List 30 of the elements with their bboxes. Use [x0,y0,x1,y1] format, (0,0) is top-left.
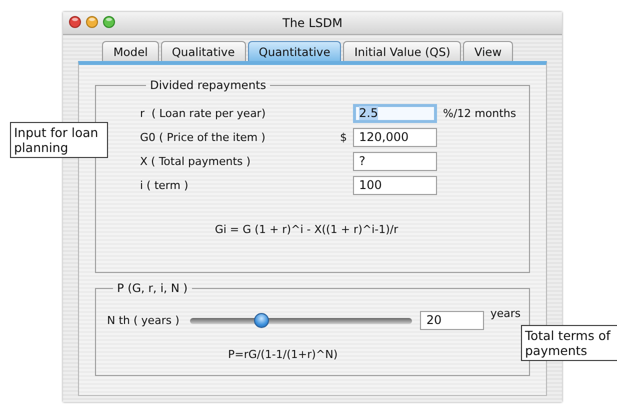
field-label: i ( term ) [140,179,190,192]
input-field[interactable]: 20 [420,311,484,330]
currency-label: $ [340,131,347,144]
tab[interactable]: Qualitative [160,41,246,61]
input-field[interactable]: 2.5 [353,104,437,123]
slider-label: N th ( years ) [107,314,180,327]
group-title: Divided repayments [149,78,268,92]
field-label: G0 ( Price of the item ) [140,131,266,144]
callout-note: Total terms of payments [521,325,617,361]
slider-thumb[interactable] [254,313,270,328]
field-label: r ( Loan rate per year) [140,107,267,120]
unit-label: years [490,307,521,320]
minimize-button[interactable] [86,16,98,28]
callout-note: Input for loan planning [10,122,108,158]
window-title: The LSDM [282,16,343,30]
input-field[interactable]: 100 [353,176,437,195]
input-field[interactable]: 120,000 [353,128,437,147]
field-label: X ( Total payments ) [140,155,252,168]
group-title: P (G, r, i, N ) [116,281,189,295]
input-field[interactable]: ? [353,152,437,171]
tab[interactable]: Quantitative [248,41,342,61]
tab[interactable]: View [463,41,513,61]
formula: P=rG/(1-1/(1+r)^N) [228,348,338,361]
tab[interactable]: Model [102,41,159,61]
tab[interactable]: Initial Value (QS) [343,41,462,61]
unit-label: %/12 months [443,107,516,120]
slider-track[interactable] [190,313,412,328]
zoom-button[interactable] [103,16,115,28]
close-button[interactable] [69,16,81,28]
formula: Gi = G (1 + r)^i - X((1 + r)^i-1)/r [214,223,398,236]
